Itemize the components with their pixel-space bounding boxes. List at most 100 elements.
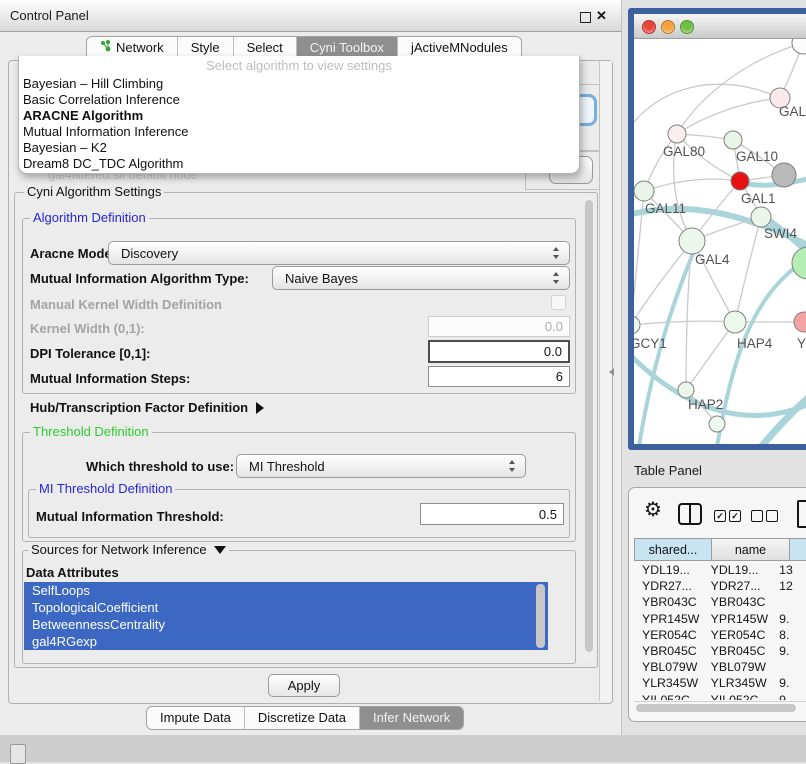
table-cell: 13: [775, 562, 806, 578]
network-canvas[interactable]: GALGAL80GAL10GAL1GAL11SWI4GAL4GCY1HAP4YH…: [634, 39, 806, 444]
table-row[interactable]: YLR345WYLR345W9.: [634, 675, 806, 691]
mac-zoom-icon[interactable]: [680, 20, 694, 34]
network-node[interactable]: [709, 416, 725, 432]
network-node[interactable]: [679, 228, 705, 254]
network-node[interactable]: [792, 247, 806, 279]
sources-group-header[interactable]: Sources for Network Inference: [28, 543, 229, 557]
unchecked-box-icon[interactable]: [766, 510, 778, 522]
algorithm-option[interactable]: Bayesian – K2: [19, 140, 579, 156]
mi-threshold-label: Mutual Information Threshold:: [36, 509, 224, 524]
network-node[interactable]: [668, 125, 686, 143]
network-node[interactable]: [792, 39, 806, 54]
algorithm-option[interactable]: Mutual Information Inference: [19, 124, 579, 140]
checked-box-icon[interactable]: ✓: [714, 510, 726, 522]
panel-vertical-scrollbar[interactable]: [599, 61, 612, 701]
which-threshold-value: MI Threshold: [249, 459, 325, 474]
splitter-collapse-icon[interactable]: [609, 368, 614, 376]
network-edge[interactable]: [634, 84, 780, 127]
which-threshold-select[interactable]: MI Threshold: [236, 454, 526, 478]
network-edge[interactable]: [686, 322, 735, 390]
data-attribute-item[interactable]: TopologicalCoefficient: [24, 599, 548, 616]
algorithm-option[interactable]: ARACNE Algorithm: [19, 108, 579, 124]
kernel-width-input[interactable]: 0.0: [428, 316, 570, 337]
mi-type-select[interactable]: Naive Bayes: [272, 266, 570, 290]
gear-icon[interactable]: ⚙: [644, 499, 662, 521]
tab-impute-data[interactable]: Impute Data: [147, 707, 244, 729]
network-node[interactable]: [794, 312, 806, 332]
table-cell: YLR345W: [634, 675, 705, 691]
network-node[interactable]: [724, 131, 742, 149]
column-header-name[interactable]: name: [712, 538, 790, 561]
table-cell: YDL19...: [634, 562, 705, 578]
mi-threshold-input[interactable]: 0.5: [420, 503, 564, 525]
table-body[interactable]: YDL19...YDL19...13YDR27...YDR27...12YBR0…: [634, 562, 806, 700]
table-row[interactable]: YER054CYER054C8.: [634, 627, 806, 643]
tab-label: Infer Network: [373, 707, 450, 729]
mi-steps-input[interactable]: 6: [428, 366, 570, 387]
table-horizontal-scrollbar[interactable]: [634, 701, 806, 714]
mac-minimize-icon[interactable]: [661, 20, 675, 34]
document-icon[interactable]: [797, 500, 806, 528]
hscrollbar-thumb[interactable]: [636, 704, 796, 712]
manual-kernel-label: Manual Kernel Width Definition: [30, 297, 222, 312]
table-cell: YBL079W: [634, 659, 705, 675]
minimized-panel-icon[interactable]: [10, 744, 26, 764]
data-attribute-item[interactable]: gal4RGexp: [24, 633, 548, 650]
checked-box-icon[interactable]: ✓: [729, 510, 741, 522]
table-row[interactable]: YPR145WYPR145W9.: [634, 611, 806, 627]
network-node[interactable]: [772, 163, 796, 187]
which-threshold-label: Which threshold to use:: [86, 459, 234, 474]
settings-scrollbar-thumb[interactable]: [585, 200, 593, 652]
dpi-tolerance-input[interactable]: 0.0: [428, 340, 570, 363]
network-node[interactable]: [634, 316, 640, 334]
control-panel-window: Control Panel ✕ Network Style Select Cyn…: [0, 0, 622, 735]
table-cell: YBR045C: [705, 643, 775, 659]
network-edge[interactable]: [644, 179, 740, 191]
manual-kernel-checkbox[interactable]: [551, 295, 566, 310]
table-row[interactable]: YDL19...YDL19...13: [634, 562, 806, 578]
network-node[interactable]: [751, 207, 771, 227]
table-row[interactable]: YDR27...YDR27...12: [634, 578, 806, 594]
network-edge[interactable]: [677, 98, 780, 134]
table-row[interactable]: YBR045CYBR045C9.: [634, 643, 806, 659]
network-node[interactable]: [724, 311, 746, 333]
hub-definition-toggle[interactable]: Hub/Transcription Factor Definition: [30, 400, 264, 415]
table-cell: YPR145W: [634, 611, 705, 627]
attributes-scrollbar-thumb[interactable]: [536, 584, 545, 648]
network-node[interactable]: [731, 172, 749, 190]
data-attribute-item[interactable]: BetweennessCentrality: [24, 616, 548, 633]
tab-discretize-data[interactable]: Discretize Data: [244, 707, 359, 729]
table-cell: YIL052C: [634, 692, 705, 701]
node-label: GAL4: [695, 252, 730, 267]
mi-type-value: Naive Bayes: [285, 271, 358, 286]
data-attribute-item[interactable]: SelfLoops: [24, 582, 548, 599]
tab-infer-network[interactable]: Infer Network: [359, 707, 463, 729]
table-cell: [775, 594, 806, 610]
desktop-bottom-strip: [0, 735, 806, 762]
split-columns-icon[interactable]: [678, 503, 702, 525]
network-edge[interactable]: [634, 321, 735, 325]
mac-close-icon[interactable]: [642, 20, 656, 34]
close-icon[interactable]: ✕: [596, 8, 607, 24]
column-header-partial[interactable]: [790, 538, 806, 561]
algorithm-option[interactable]: Bayesian – Hill Climbing: [19, 76, 579, 92]
algorithm-option[interactable]: Basic Correlation Inference: [19, 92, 579, 108]
table-row[interactable]: YBR043CYBR043C: [634, 594, 806, 610]
kernel-width-label: Kernel Width (0,1):: [30, 321, 145, 336]
network-node[interactable]: [634, 181, 654, 201]
table-cell: 9.: [775, 611, 806, 627]
column-header-shared-name[interactable]: shared...: [634, 538, 712, 561]
table-cell: YER054C: [705, 627, 775, 643]
unchecked-box-icon[interactable]: [751, 510, 763, 522]
collapse-down-icon: [214, 546, 226, 554]
float-window-icon[interactable]: [580, 12, 591, 23]
algorithm-option[interactable]: Dream8 DC_TDC Algorithm: [19, 156, 579, 172]
table-row[interactable]: YIL052CYIL052C9.: [634, 692, 806, 701]
mi-type-label: Mutual Information Algorithm Type:: [30, 271, 249, 286]
apply-button[interactable]: Apply: [268, 674, 340, 697]
aracne-mode-select[interactable]: Discovery: [108, 241, 570, 265]
table-row[interactable]: YBL079WYBL079W: [634, 659, 806, 675]
network-node[interactable]: [678, 382, 694, 398]
table-cell: YPR145W: [705, 611, 775, 627]
network-edge[interactable]: [735, 217, 761, 322]
